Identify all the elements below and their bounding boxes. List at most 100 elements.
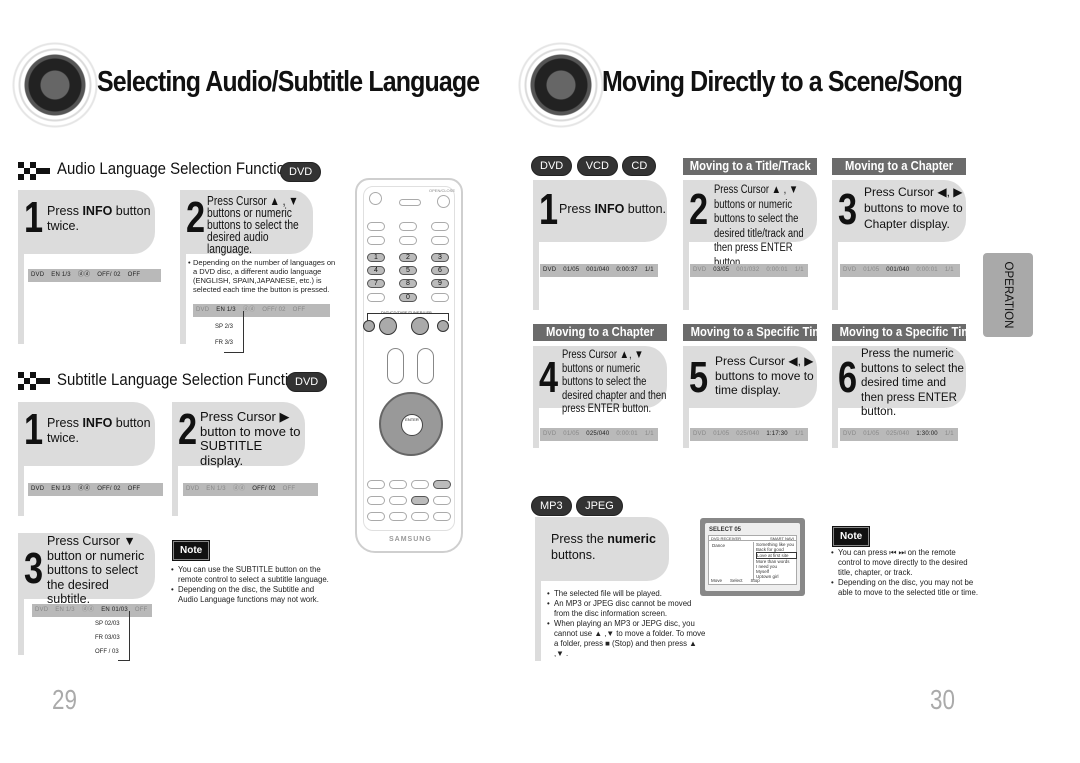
osd-bar: DVD 01/05 001/040 0:00:37 1/1 (540, 264, 658, 277)
enter-button: ENTER (401, 414, 423, 436)
text: Press (47, 416, 83, 430)
text: OFF/ 02 (97, 486, 121, 492)
bullet-item: An MP3 or JPEG disc cannot be moved from… (547, 599, 707, 619)
step-number: 3 (24, 544, 44, 593)
disc-type-badges: DVD VCD CD (531, 156, 657, 176)
scene-step-4-rail (533, 408, 539, 448)
note-item: Depending on the disc, you may not be ab… (831, 578, 981, 598)
text: OFF/ 02 (262, 307, 286, 313)
text: 01/05 (863, 267, 880, 273)
text: 001/032 (736, 267, 760, 273)
osd-bar: DVD 03/05 001/032 0:00:01 1/1 (690, 264, 808, 277)
scene-step-5-text: Press Cursor ◀, ▶ buttons to move to tim… (715, 354, 814, 397)
text: Press (559, 202, 595, 216)
text: SMART NAVI (769, 536, 794, 541)
text: DVD (31, 486, 45, 492)
chapter-heading: Moving to a Chapter (533, 324, 667, 341)
bullet-item: The selected file will be played. (547, 589, 707, 599)
open-close-button (437, 195, 450, 208)
title-track-heading: Moving to a Title/Track (683, 158, 817, 175)
volume-rocker (387, 348, 404, 384)
text: DVD (31, 272, 45, 278)
note-item: You can press ⏮ ⏭ on the remote control … (831, 548, 981, 578)
text: ⓓⓓ (232, 486, 246, 492)
scene-step-1-text: Press INFO button. (559, 202, 669, 217)
osd-bar: DVD 01/05 025/040 0:00:01 1/1 (540, 428, 658, 441)
specific-time-heading: Moving to a Specific Time (832, 324, 978, 341)
text: OPERATION (1002, 261, 1014, 329)
subtitle-step-3-text: Press Cursor ▼ button or numeric buttons… (47, 534, 145, 606)
osd-bar: DVD 01/05 001/040 0:00:01 1/1 (840, 264, 960, 277)
power-button (369, 192, 382, 205)
text: 1/1 (644, 431, 654, 437)
osd-bar: DVD 01/05 025/040 1:17:30 1/1 (690, 428, 808, 441)
text: Moving to a Chapter (545, 325, 655, 339)
step-number: 5 (689, 353, 709, 402)
step-number: 4 (539, 353, 559, 402)
subtitle-step-3-rail (18, 599, 24, 655)
note-item: Depending on the disc, the Subtitle and … (171, 585, 331, 605)
text: Depending on the number of languages on … (193, 258, 336, 294)
step-number: 2 (178, 405, 198, 454)
text: DVD (543, 267, 557, 273)
text: 1:30:00 (916, 431, 938, 437)
scene-step-2-rail (683, 242, 689, 310)
page-title-left: Selecting Audio/Subtitle Language (97, 66, 480, 98)
text: INFO (594, 202, 625, 216)
scene-step-3-rail (832, 242, 838, 310)
osd-bar: DVD EN 1/3 ⓓⓓ EN 01/03 OFF (32, 604, 152, 617)
text: Press the (551, 532, 608, 546)
chapter-heading: Moving to a Chapter (832, 158, 966, 175)
jpeg-badge: JPEG (576, 496, 623, 516)
key-5: 5 (399, 266, 417, 275)
subtitle-cycle-item: FR 03/03 (95, 635, 120, 641)
key-9: 9 (431, 279, 449, 288)
skip-forward-button (437, 320, 449, 332)
bullet-item: When playing an MP3 or JEPG disc, you ca… (547, 619, 707, 659)
text: 01/05 (863, 431, 880, 437)
scene-step-2-text: Press Cursor ▲ , ▼ buttons or numeric bu… (714, 184, 804, 269)
skip-back-button (363, 320, 375, 332)
note-item: You can use the SUBTITLE button on the r… (171, 565, 331, 585)
key-7: 7 (367, 279, 385, 288)
step-number: 2 (689, 185, 709, 234)
scene-step-1-rail (533, 242, 539, 310)
scene-step-3-text: Press Cursor ◀, ▶ buttons to move to Cha… (864, 185, 963, 231)
step-number: 6 (838, 353, 858, 402)
file-item: Love at first site (756, 552, 797, 559)
text: Stop (750, 578, 760, 583)
left-note-list: You can use the SUBTITLE button on the r… (171, 565, 331, 605)
text: numeric (607, 532, 656, 546)
audio-cycle-item: FR 3/3 (215, 340, 234, 346)
text: OFF/ 02 (97, 272, 121, 278)
text: 01/05 (563, 267, 580, 273)
text: EN 1/3 (51, 486, 71, 492)
mp3-step-rail (535, 581, 541, 661)
dvd-badge: DVD (531, 156, 573, 176)
file-type-badges: MP3 JPEG (531, 496, 623, 516)
page-number-left: 29 (52, 684, 77, 715)
subtitle-cycle-item: SP 02/03 (95, 621, 120, 627)
page-title-right: Moving Directly to a Scene/Song (602, 66, 963, 98)
note-label: Note (831, 526, 871, 547)
text: 0:00:37 (616, 267, 638, 273)
text: 025/040 (886, 431, 910, 437)
text: 1/1 (794, 431, 804, 437)
text: OFF (292, 307, 306, 313)
text: 1/1 (644, 267, 654, 273)
text: 0:00:01 (766, 267, 788, 273)
subtitle-cycle-item: OFF / 03 (95, 649, 119, 655)
text: INFO (82, 204, 113, 218)
audio-cycle-item: SP 2/3 (215, 324, 233, 330)
subtitle-step-1-rail (18, 466, 24, 516)
subtitle-step-2-text: Press Cursor ▶ button to move to SUBTITL… (200, 409, 301, 468)
step-number: 1 (24, 405, 44, 454)
mp3-bullet-list: The selected file will be played. An MP3… (547, 589, 707, 659)
open-close-label: OPEN/CLOSE (429, 188, 456, 193)
text: DVD (843, 431, 857, 437)
text: EN 1/3 (206, 486, 226, 492)
text: Move (711, 578, 723, 583)
section-arrows-icon (18, 372, 52, 394)
cd-badge: CD (622, 156, 657, 176)
text: DVD (543, 431, 557, 437)
